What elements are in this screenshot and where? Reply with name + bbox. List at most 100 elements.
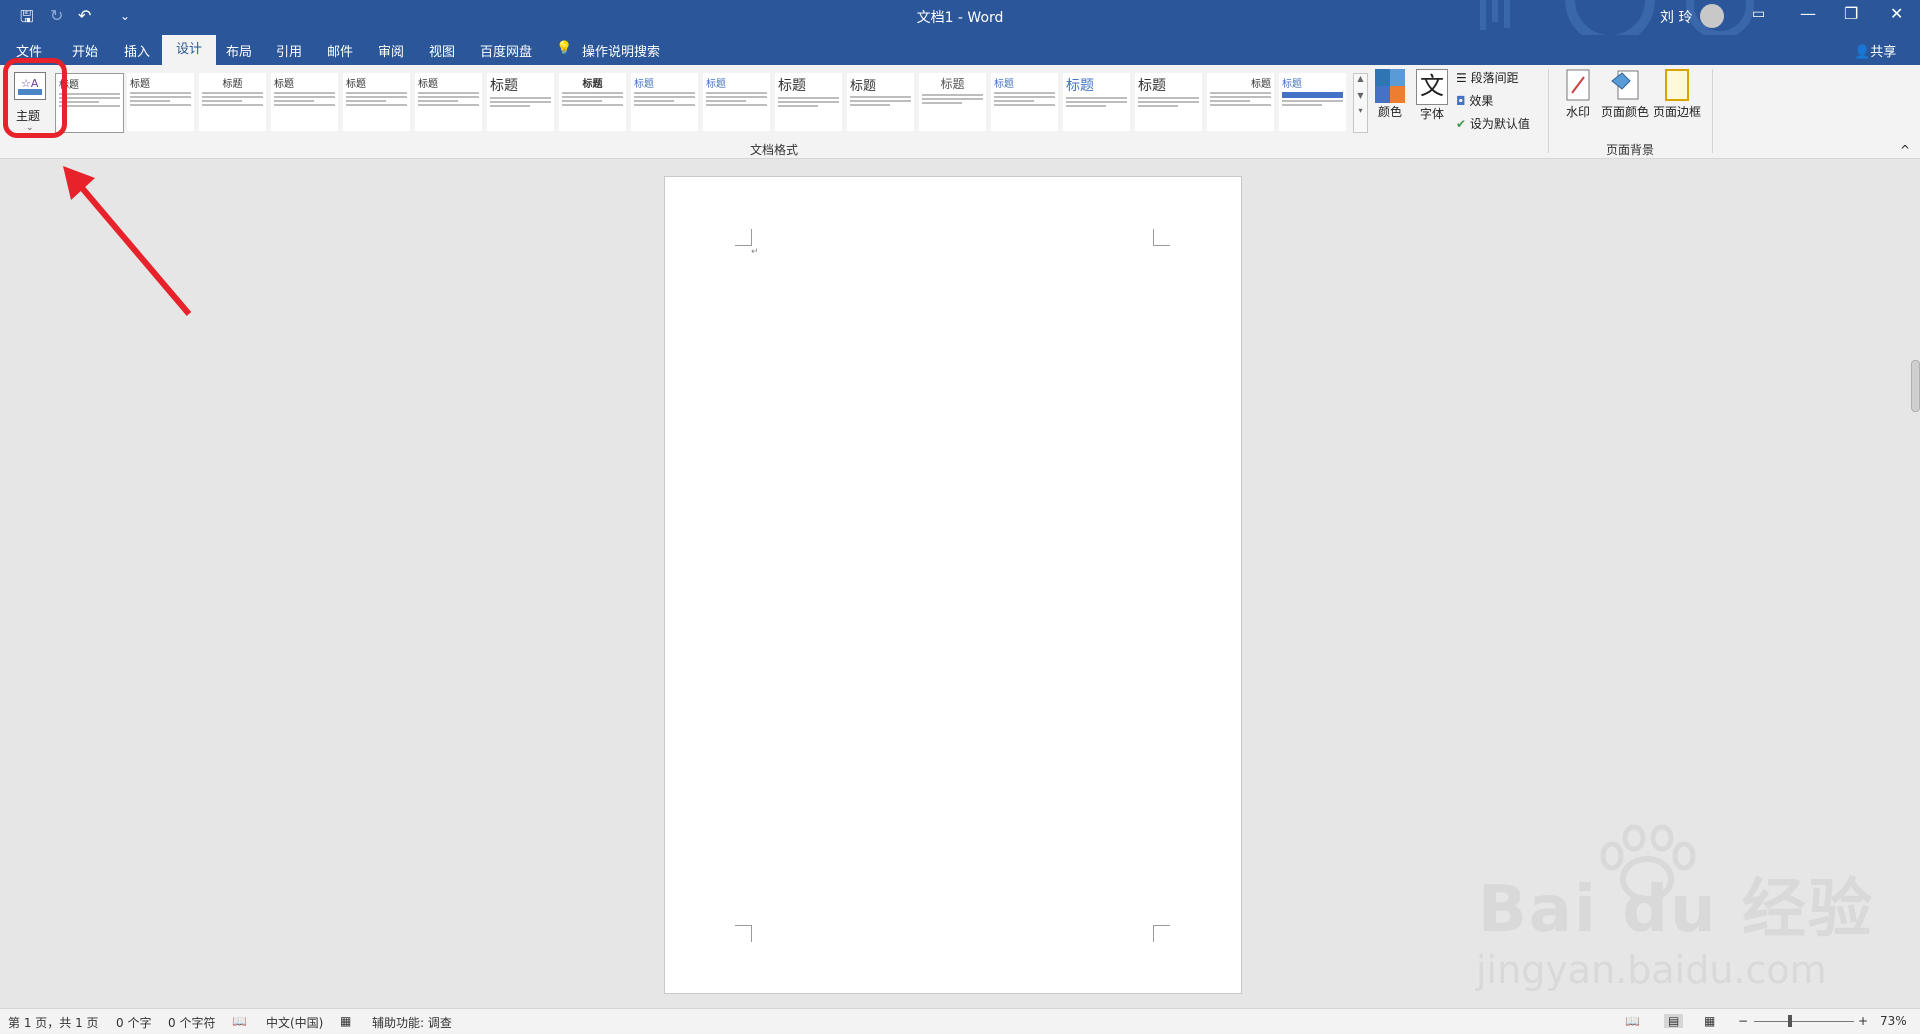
margin-corner-bottom-right — [1153, 925, 1170, 942]
style-set-item[interactable]: 标题 — [487, 73, 554, 131]
tab-baidu-netdisk[interactable]: 百度网盘 — [480, 41, 532, 60]
document-page[interactable]: ↵ — [664, 176, 1242, 994]
page-background-group-label: 页面背景 — [1606, 143, 1655, 157]
share-label: 共享 — [1870, 45, 1897, 60]
style-set-item[interactable]: 标题 — [847, 73, 914, 131]
style-set-item[interactable]: 标题 — [343, 73, 410, 131]
read-mode-icon[interactable]: 📖 — [1625, 1014, 1640, 1028]
baidu-watermark-url: jingyan.baidu.com — [1476, 948, 1827, 992]
watermark-label: 水印 — [1565, 105, 1590, 119]
margin-corner-bottom-left — [735, 925, 752, 942]
highlight-circle — [3, 58, 67, 138]
tell-me-search[interactable]: 操作说明搜索 — [582, 41, 660, 60]
avatar[interactable] — [1700, 4, 1724, 28]
tab-home[interactable]: 开始 — [72, 41, 98, 60]
minimize-button[interactable]: — — [1800, 4, 1816, 23]
check-circle-icon: ✔ — [1456, 117, 1470, 131]
scroll-up-icon[interactable]: ▲ — [1354, 74, 1367, 83]
effects-button[interactable]: ◘ 效果 — [1456, 92, 1493, 109]
style-set-item[interactable]: 标题 — [631, 73, 698, 131]
page-borders-button[interactable]: 页面边框 — [1652, 69, 1702, 120]
zoom-level[interactable]: 73% — [1880, 1014, 1907, 1028]
zoom-slider[interactable] — [1754, 1021, 1854, 1022]
gallery-more-icon[interactable]: ▾ — [1354, 106, 1367, 115]
style-set-item[interactable]: 标题 — [199, 73, 266, 131]
style-set-item[interactable]: 标题 — [1063, 73, 1130, 131]
tab-review[interactable]: 审阅 — [378, 41, 404, 60]
style-set-item[interactable]: 标题 — [1279, 73, 1346, 131]
print-layout-icon[interactable]: ▤ — [1664, 1014, 1684, 1028]
lightbulb-icon: 💡 — [556, 41, 573, 56]
style-set-item[interactable]: 标题 — [271, 73, 338, 131]
zoom-slider-thumb[interactable] — [1788, 1015, 1792, 1027]
zoom-out-button[interactable]: − — [1738, 1014, 1748, 1028]
style-set-item[interactable]: 标题 — [559, 73, 626, 131]
style-set-item[interactable]: 标题 — [919, 73, 986, 131]
scroll-down-icon[interactable]: ▼ — [1354, 91, 1367, 100]
proofing-icon[interactable]: 📖 — [232, 1014, 247, 1028]
tab-mailings[interactable]: 邮件 — [327, 41, 353, 60]
document-title: 文档1 - Word — [916, 10, 1004, 26]
style-set-item[interactable]: 标题 — [1135, 73, 1202, 131]
colors-button[interactable]: 颜色 — [1372, 69, 1408, 120]
paragraph-spacing-icon: ☰ — [1456, 71, 1471, 85]
char-count[interactable]: 0 个字符 — [168, 1014, 215, 1031]
style-set-item[interactable]: 标题 — [991, 73, 1058, 131]
colors-label: 颜色 — [1377, 105, 1402, 119]
page-color-label: 页面颜色 — [1600, 105, 1649, 119]
page-color-button[interactable]: 页面颜色 — [1600, 69, 1650, 120]
page-borders-label: 页面边框 — [1652, 105, 1701, 119]
page-count[interactable]: 第 1 页，共 1 页 — [8, 1014, 99, 1031]
share-button[interactable]: 👤共享 — [1854, 41, 1896, 60]
margin-corner-top-right — [1153, 229, 1170, 246]
tab-layout[interactable]: 布局 — [226, 41, 252, 60]
effects-label: 效果 — [1469, 94, 1494, 108]
word-count[interactable]: 0 个字 — [116, 1014, 151, 1031]
tab-insert[interactable]: 插入 — [124, 41, 150, 60]
paw-icon — [1600, 824, 1696, 902]
vertical-scrollbar[interactable] — [1911, 360, 1920, 412]
tab-design[interactable]: 设计 — [162, 35, 217, 65]
style-set-item[interactable]: 标题 — [703, 73, 770, 131]
restore-button[interactable]: ❐ — [1844, 4, 1858, 23]
ribbon-display-options-icon[interactable]: ▭ — [1752, 6, 1765, 22]
tab-references[interactable]: 引用 — [276, 41, 302, 60]
group-divider — [1548, 69, 1549, 153]
page-borders-icon — [1662, 69, 1692, 103]
watermark-icon — [1563, 69, 1593, 103]
gallery-scroll[interactable]: ▲ ▼ ▾ — [1353, 73, 1368, 133]
fonts-label: 字体 — [1419, 107, 1444, 121]
close-button[interactable]: ✕ — [1890, 4, 1903, 23]
effects-icon: ◘ — [1456, 94, 1470, 108]
tab-view[interactable]: 视图 — [429, 41, 455, 60]
paragraph-spacing-label: 段落间距 — [1470, 71, 1519, 85]
page-color-icon — [1610, 69, 1640, 103]
fonts-icon: 文 — [1416, 69, 1448, 105]
macro-icon[interactable]: ▦ — [340, 1014, 351, 1028]
margin-corner-top-left — [735, 229, 752, 246]
style-set-item[interactable]: 标题 — [775, 73, 842, 131]
collapse-ribbon-icon[interactable]: ^ — [1900, 143, 1910, 157]
web-layout-icon[interactable]: ▦ — [1704, 1014, 1715, 1028]
paragraph-mark: ↵ — [751, 247, 759, 257]
style-set-gallery[interactable]: 标题 标题 标题 标题 标题 标题 标题 标题 标题 标题 标题 标题 标题 标… — [55, 73, 1353, 133]
user-name[interactable]: 刘 玲 — [1660, 7, 1692, 27]
ribbon: ☆A 主题 ⌄ 标题 标题 标题 标题 标题 标题 标题 标题 标题 标题 标题… — [0, 65, 1920, 159]
styles-group-label: 文档格式 — [750, 143, 799, 157]
paragraph-spacing-button[interactable]: ☰ 段落间距 — [1456, 69, 1519, 86]
red-arrow-icon — [63, 166, 192, 316]
status-bar: 第 1 页，共 1 页 0 个字 0 个字符 📖 中文(中国) ▦ 辅助功能: … — [0, 1008, 1920, 1034]
set-as-default-button[interactable]: ✔ 设为默认值 — [1456, 115, 1530, 132]
style-set-item[interactable]: 标题 — [127, 73, 194, 131]
style-set-item[interactable]: 标题 — [1207, 73, 1274, 131]
zoom-in-button[interactable]: + — [1858, 1014, 1868, 1028]
language[interactable]: 中文(中国) — [266, 1014, 323, 1031]
watermark-button[interactable]: 水印 — [1560, 69, 1596, 120]
title-bar: 🖫 ↻ ↶ ⌄ 文档1 - Word 刘 玲 ▭ — ❐ ✕ — [0, 0, 1920, 35]
ribbon-tabs: 文件 开始 插入 设计 布局 引用 邮件 审阅 视图 百度网盘 💡 操作说明搜索… — [0, 35, 1920, 65]
set-as-default-label: 设为默认值 — [1469, 117, 1530, 131]
style-set-item[interactable]: 标题 — [415, 73, 482, 131]
accessibility-status[interactable]: 辅助功能: 调查 — [372, 1014, 452, 1031]
colors-icon — [1375, 69, 1405, 103]
fonts-button[interactable]: 文 字体 — [1414, 69, 1450, 122]
